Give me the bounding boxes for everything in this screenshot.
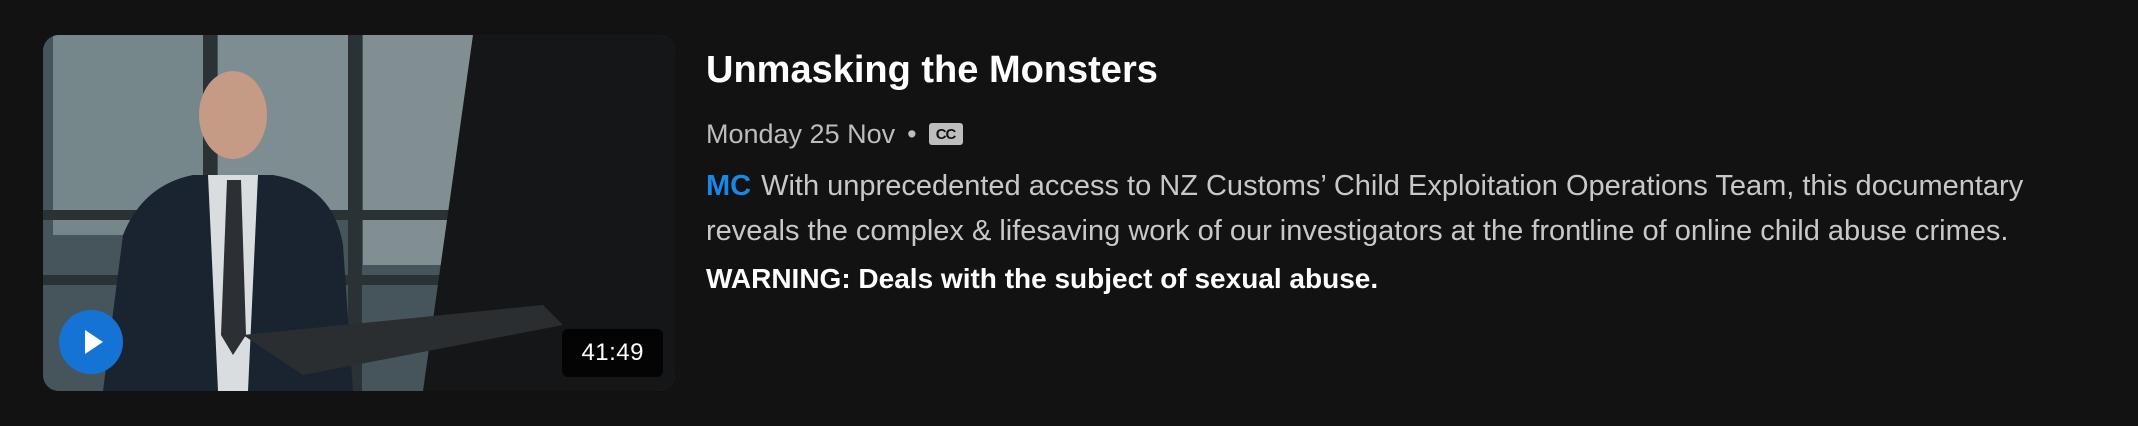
closed-captions-icon: CC [928, 123, 963, 145]
meta-separator: • [907, 118, 917, 149]
episode-card[interactable]: 41:49 Unmasking the Monsters Monday 25 N… [0, 0, 2138, 426]
rating-badge: MC [706, 170, 752, 202]
episode-meta: Monday 25 Nov • CC [706, 114, 2106, 154]
description-text: With unprecedented access to NZ Customs’… [706, 170, 2024, 247]
episode-info: Unmasking the Monsters Monday 25 Nov • C… [706, 40, 2106, 300]
content-warning: WARNING: Deals with the subject of sexua… [706, 263, 1379, 294]
episode-thumbnail[interactable]: 41:49 [43, 35, 675, 391]
play-icon [85, 330, 103, 354]
duration-badge: 41:49 [562, 329, 663, 377]
episode-title[interactable]: Unmasking the Monsters [706, 40, 2106, 100]
air-date: Monday 25 Nov [706, 118, 896, 149]
episode-description: MC With unprecedented access to NZ Custom… [706, 164, 2096, 254]
play-button[interactable] [59, 310, 123, 374]
